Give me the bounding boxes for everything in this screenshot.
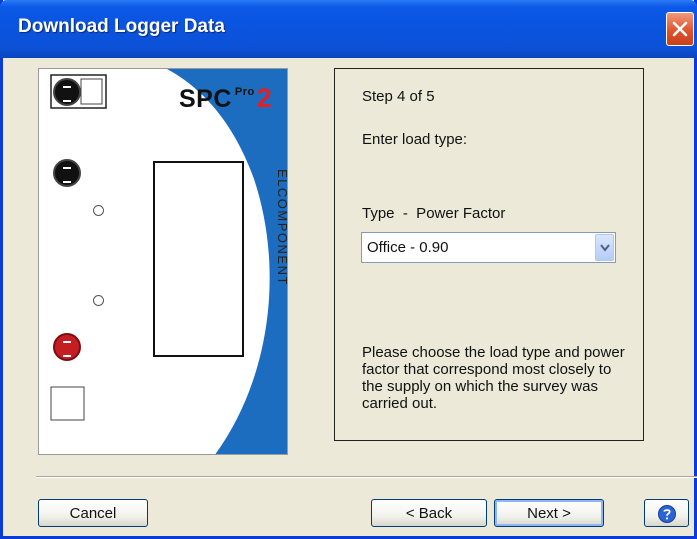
next-button[interactable]: Next > [494,499,604,527]
help-button[interactable] [644,499,689,527]
selected-value: Office - 0.90 [367,239,449,256]
help-description: Please choose the load type and power fa… [362,344,625,412]
device-illustration: SPC Pro2 ELCOMPONENT [38,68,288,455]
cancel-button[interactable]: Cancel [38,499,148,527]
type-field-label: Type - Power Factor [362,205,506,222]
status-led-icon [93,295,104,306]
device-display [153,161,244,357]
input-socket-icon [53,333,81,361]
dialog-window: Download Logger Data SPC Pro2 ELCOMPONENT… [0,0,697,539]
close-icon [672,21,688,37]
step-group-box: Step 4 of 5 Enter load type: Type - Powe… [334,68,644,441]
usb-connector-icon [53,78,81,106]
footer-divider [36,476,697,478]
brand-logo: SPC Pro2 [179,83,273,113]
close-button[interactable] [666,12,694,46]
load-type-select[interactable]: Office - 0.90 [361,232,616,263]
dropdown-button[interactable] [595,234,614,261]
power-socket-icon [53,159,81,187]
back-button[interactable]: < Back [371,499,487,527]
help-icon [658,505,676,523]
vendor-label: ELCOMPONENT [275,169,288,286]
step-indicator: Step 4 of 5 [362,88,435,105]
title-bar[interactable]: Download Logger Data [0,0,697,58]
prompt-label: Enter load type: [362,131,468,148]
window-title: Download Logger Data [18,16,225,37]
status-led-icon [93,205,104,216]
chevron-down-icon [600,244,610,252]
